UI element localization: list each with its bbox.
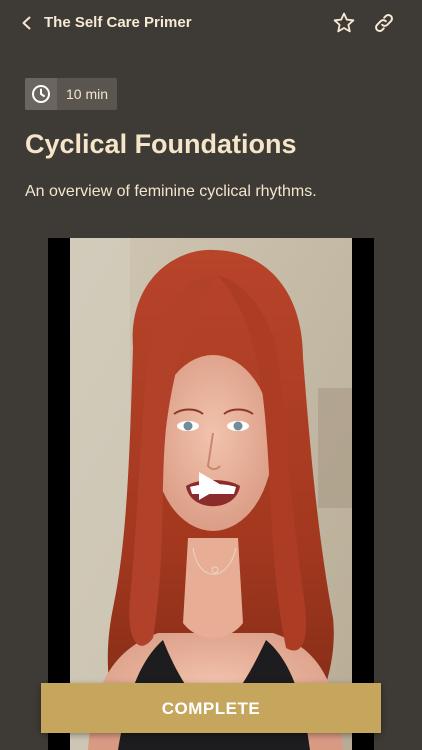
course-title: The Self Care Primer — [44, 14, 192, 31]
link-icon[interactable] — [372, 11, 396, 35]
chevron-left-icon — [22, 16, 31, 30]
complete-button[interactable]: COMPLETE — [41, 683, 381, 733]
duration-label: 10 min — [66, 86, 109, 102]
lesson-screen: The Self Care Primer 10 min Cyclical Fou… — [0, 0, 422, 750]
star-icon[interactable] — [332, 11, 356, 35]
duration-icon-box — [25, 78, 57, 110]
lesson-title: Cyclical Foundations — [25, 129, 297, 159]
clock-icon — [32, 85, 50, 103]
top-bar: The Self Care Primer — [0, 0, 422, 46]
back-button[interactable] — [16, 12, 38, 34]
lesson-subtitle: An overview of feminine cyclical rhythms… — [25, 183, 317, 200]
video-player[interactable] — [48, 238, 374, 750]
duration-badge: 10 min — [25, 78, 118, 110]
play-icon[interactable] — [197, 470, 225, 502]
